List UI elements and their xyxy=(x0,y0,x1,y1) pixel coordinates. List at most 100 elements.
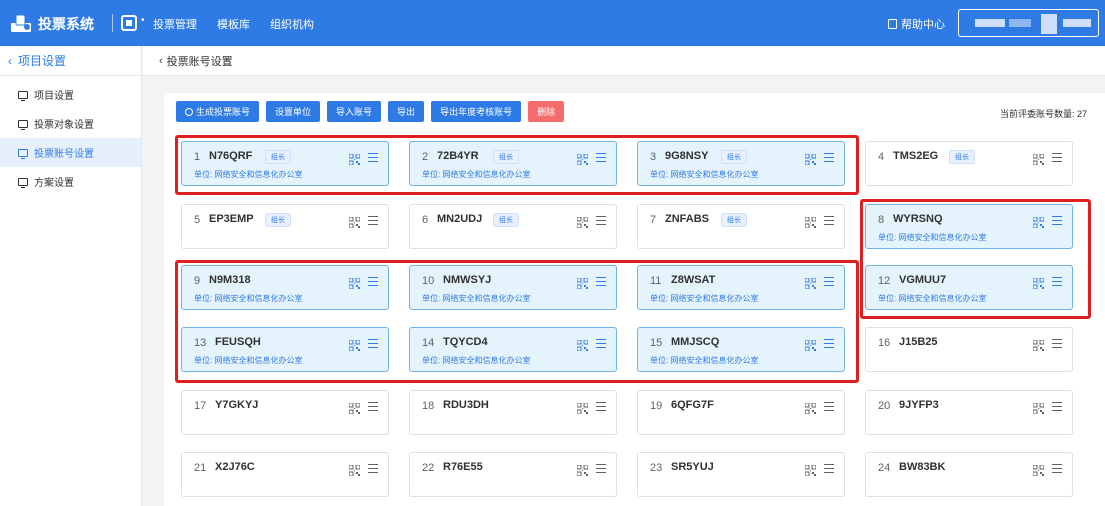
back-chevron-icon[interactable]: ‹ xyxy=(159,55,163,67)
sidebar-item-project-settings[interactable]: 项目设置 xyxy=(0,80,141,109)
account-card[interactable]: 21 X2J76C xyxy=(181,452,389,497)
chevron-left-icon: ‹ xyxy=(8,53,12,68)
export-button[interactable]: 导出 xyxy=(388,101,425,122)
qr-code-icon[interactable] xyxy=(1032,401,1045,415)
account-card[interactable]: 17 Y7GKYJ xyxy=(181,390,389,435)
app-switcher-icon[interactable] xyxy=(121,15,137,31)
user-info[interactable] xyxy=(958,9,1099,37)
account-card[interactable]: 6 MN2UDJ 组长 xyxy=(409,204,617,249)
menu-icon[interactable] xyxy=(368,153,378,162)
account-card[interactable]: 7 ZNFABS 组长 xyxy=(637,204,845,249)
menu-icon[interactable] xyxy=(824,402,834,411)
sidebar-back-link[interactable]: ‹ 项目设置 xyxy=(0,46,141,76)
qr-code-icon[interactable] xyxy=(576,215,589,229)
menu-icon[interactable] xyxy=(1052,277,1062,286)
menu-icon[interactable] xyxy=(1052,339,1062,348)
menu-icon[interactable] xyxy=(596,277,606,286)
account-card[interactable]: 12 VGMUU7 单位: 网络安全和信息化办公室 xyxy=(865,265,1073,310)
account-card[interactable]: 24 BW83BK xyxy=(865,452,1073,497)
qr-code-icon[interactable] xyxy=(576,338,589,352)
account-index: 11 xyxy=(650,275,662,287)
qr-code-icon[interactable] xyxy=(576,152,589,166)
qr-code-icon[interactable] xyxy=(804,152,817,166)
qr-code-icon[interactable] xyxy=(804,401,817,415)
qr-code-icon[interactable] xyxy=(348,276,361,290)
qr-code-icon[interactable] xyxy=(804,338,817,352)
menu-icon[interactable] xyxy=(824,153,834,162)
help-center-link[interactable]: 帮助中心 xyxy=(888,16,945,32)
qr-code-icon[interactable] xyxy=(804,215,817,229)
qr-code-icon[interactable] xyxy=(1032,152,1045,166)
qr-code-icon[interactable] xyxy=(348,152,361,166)
account-card[interactable]: 16 J15B25 xyxy=(865,327,1073,372)
menu-icon[interactable] xyxy=(824,464,834,473)
qr-code-icon[interactable] xyxy=(1032,338,1045,352)
account-unit: 单位: 网络安全和信息化办公室 xyxy=(878,233,987,242)
sidebar-item-scheme-settings[interactable]: 方案设置 xyxy=(0,167,141,196)
qr-code-icon[interactable] xyxy=(1032,215,1045,229)
set-unit-button[interactable]: 设置单位 xyxy=(266,101,321,122)
export-annual-button[interactable]: 导出年度考核账号 xyxy=(431,101,522,122)
account-card[interactable]: 22 R76E55 xyxy=(409,452,617,497)
import-accounts-button[interactable]: 导入账号 xyxy=(327,101,382,122)
account-card[interactable]: 2 72B4YR 组长 单位: 网络安全和信息化办公室 xyxy=(409,141,617,186)
account-card[interactable]: 4 TMS2EG 组长 xyxy=(865,141,1073,186)
chevron-down-icon[interactable]: • xyxy=(141,15,145,26)
nav-organization[interactable]: 组织机构 xyxy=(270,16,314,32)
account-card[interactable]: 3 9G8NSY 组长 单位: 网络安全和信息化办公室 xyxy=(637,141,845,186)
account-index: 7 xyxy=(650,214,657,226)
account-card[interactable]: 20 9JYFP3 xyxy=(865,390,1073,435)
delete-button[interactable]: 删除 xyxy=(528,101,565,122)
menu-icon[interactable] xyxy=(368,402,378,411)
menu-icon[interactable] xyxy=(824,277,834,286)
menu-icon[interactable] xyxy=(1052,402,1062,411)
menu-icon[interactable] xyxy=(824,216,834,225)
generate-accounts-button[interactable]: 生成投票账号 xyxy=(176,101,260,122)
qr-code-icon[interactable] xyxy=(804,276,817,290)
account-card[interactable]: 11 Z8WSAT 单位: 网络安全和信息化办公室 xyxy=(637,265,845,310)
account-card[interactable]: 8 WYRSNQ 单位: 网络安全和信息化办公室 xyxy=(865,204,1073,249)
account-code: TQYCD4 xyxy=(443,336,488,348)
account-index: 19 xyxy=(650,400,663,412)
qr-code-icon[interactable] xyxy=(1032,276,1045,290)
qr-code-icon[interactable] xyxy=(576,463,589,477)
account-card[interactable]: 19 6QFG7F xyxy=(637,390,845,435)
menu-icon[interactable] xyxy=(368,464,378,473)
account-card[interactable]: 9 N9M318 单位: 网络安全和信息化办公室 xyxy=(181,265,389,310)
account-card[interactable]: 18 RDU3DH xyxy=(409,390,617,435)
account-card[interactable]: 23 SR5YUJ xyxy=(637,452,845,497)
qr-code-icon[interactable] xyxy=(576,276,589,290)
account-card[interactable]: 5 EP3EMP 组长 xyxy=(181,204,389,249)
qr-code-icon[interactable] xyxy=(348,401,361,415)
account-card[interactable]: 1 N76QRF 组长 单位: 网络安全和信息化办公室 xyxy=(181,141,389,186)
sidebar-item-vote-account-settings[interactable]: 投票账号设置 xyxy=(0,138,141,167)
account-code: NMWSYJ xyxy=(443,274,492,286)
menu-icon[interactable] xyxy=(1052,464,1062,473)
menu-icon[interactable] xyxy=(596,464,606,473)
qr-code-icon[interactable] xyxy=(1032,463,1045,477)
qr-code-icon[interactable] xyxy=(348,463,361,477)
menu-icon[interactable] xyxy=(1052,153,1062,162)
menu-icon[interactable] xyxy=(368,216,378,225)
menu-icon[interactable] xyxy=(596,339,606,348)
sidebar-item-vote-target-settings[interactable]: 投票对象设置 xyxy=(0,109,141,138)
qr-code-icon[interactable] xyxy=(348,338,361,352)
account-card[interactable]: 13 FEUSQH 单位: 网络安全和信息化办公室 xyxy=(181,327,389,372)
menu-icon[interactable] xyxy=(1052,216,1062,225)
qr-code-icon[interactable] xyxy=(576,401,589,415)
account-code: ZNFABS xyxy=(665,213,709,225)
qr-code-icon[interactable] xyxy=(804,463,817,477)
menu-icon[interactable] xyxy=(368,339,378,348)
menu-icon[interactable] xyxy=(596,153,606,162)
nav-vote-management[interactable]: 投票管理 xyxy=(153,16,197,32)
account-code: 9JYFP3 xyxy=(899,399,939,411)
menu-icon[interactable] xyxy=(824,339,834,348)
menu-icon[interactable] xyxy=(368,277,378,286)
nav-template-library[interactable]: 模板库 xyxy=(217,16,250,32)
menu-icon[interactable] xyxy=(596,402,606,411)
account-card[interactable]: 14 TQYCD4 单位: 网络安全和信息化办公室 xyxy=(409,327,617,372)
account-card[interactable]: 10 NMWSYJ 单位: 网络安全和信息化办公室 xyxy=(409,265,617,310)
qr-code-icon[interactable] xyxy=(348,215,361,229)
menu-icon[interactable] xyxy=(596,216,606,225)
account-card[interactable]: 15 MMJSCQ 单位: 网络安全和信息化办公室 xyxy=(637,327,845,372)
